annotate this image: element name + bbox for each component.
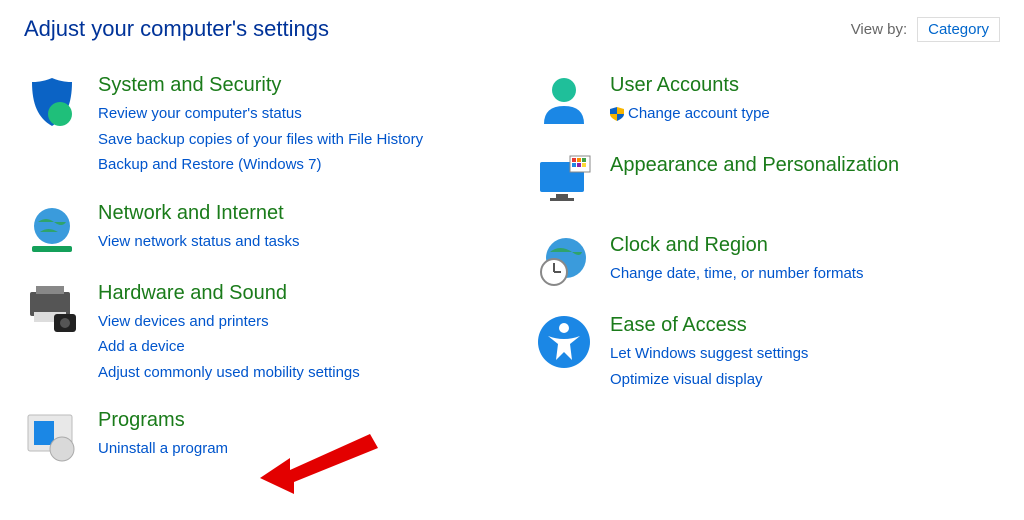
user-accounts-icon	[536, 74, 592, 130]
clock-region-icon	[536, 234, 592, 290]
category-network-internet[interactable]: Network and Internet	[98, 202, 488, 225]
link-windows-suggest[interactable]: Let Windows suggest settings	[610, 341, 1000, 367]
link-change-account-type-label: Change account type	[628, 101, 770, 127]
link-devices-printers[interactable]: View devices and printers	[98, 309, 488, 335]
printer-camera-icon	[24, 282, 80, 338]
link-change-account-type[interactable]: Change account type	[610, 101, 1000, 127]
category-hardware-sound[interactable]: Hardware and Sound	[98, 282, 488, 305]
page-title: Adjust your computer's settings	[24, 16, 329, 42]
category-ease-of-access[interactable]: Ease of Access	[610, 314, 1000, 337]
category-system-security[interactable]: System and Security	[98, 74, 488, 97]
category-clock-region[interactable]: Clock and Region	[610, 234, 1000, 257]
link-review-status[interactable]: Review your computer's status	[98, 101, 488, 127]
uac-shield-icon	[610, 107, 624, 121]
ease-of-access-icon	[536, 314, 592, 370]
category-appearance-personalization[interactable]: Appearance and Personalization	[610, 154, 1000, 177]
link-optimize-visual[interactable]: Optimize visual display	[610, 367, 1000, 393]
link-network-status[interactable]: View network status and tasks	[98, 229, 488, 255]
shield-security-icon	[24, 74, 80, 130]
view-by-control: View by: Category	[851, 17, 1000, 42]
view-by-dropdown[interactable]: Category	[917, 17, 1000, 42]
link-mobility-settings[interactable]: Adjust commonly used mobility settings	[98, 360, 488, 386]
appearance-monitor-icon	[536, 154, 592, 210]
view-by-label: View by:	[851, 21, 907, 38]
link-backup-restore[interactable]: Backup and Restore (Windows 7)	[98, 152, 488, 178]
link-add-device[interactable]: Add a device	[98, 334, 488, 360]
category-programs[interactable]: Programs	[98, 409, 488, 432]
link-uninstall-program[interactable]: Uninstall a program	[98, 436, 488, 462]
category-user-accounts[interactable]: User Accounts	[610, 74, 1000, 97]
globe-network-icon	[24, 202, 80, 258]
link-change-date-time[interactable]: Change date, time, or number formats	[610, 261, 1000, 287]
link-file-history[interactable]: Save backup copies of your files with Fi…	[98, 127, 488, 153]
programs-window-icon	[24, 409, 80, 465]
